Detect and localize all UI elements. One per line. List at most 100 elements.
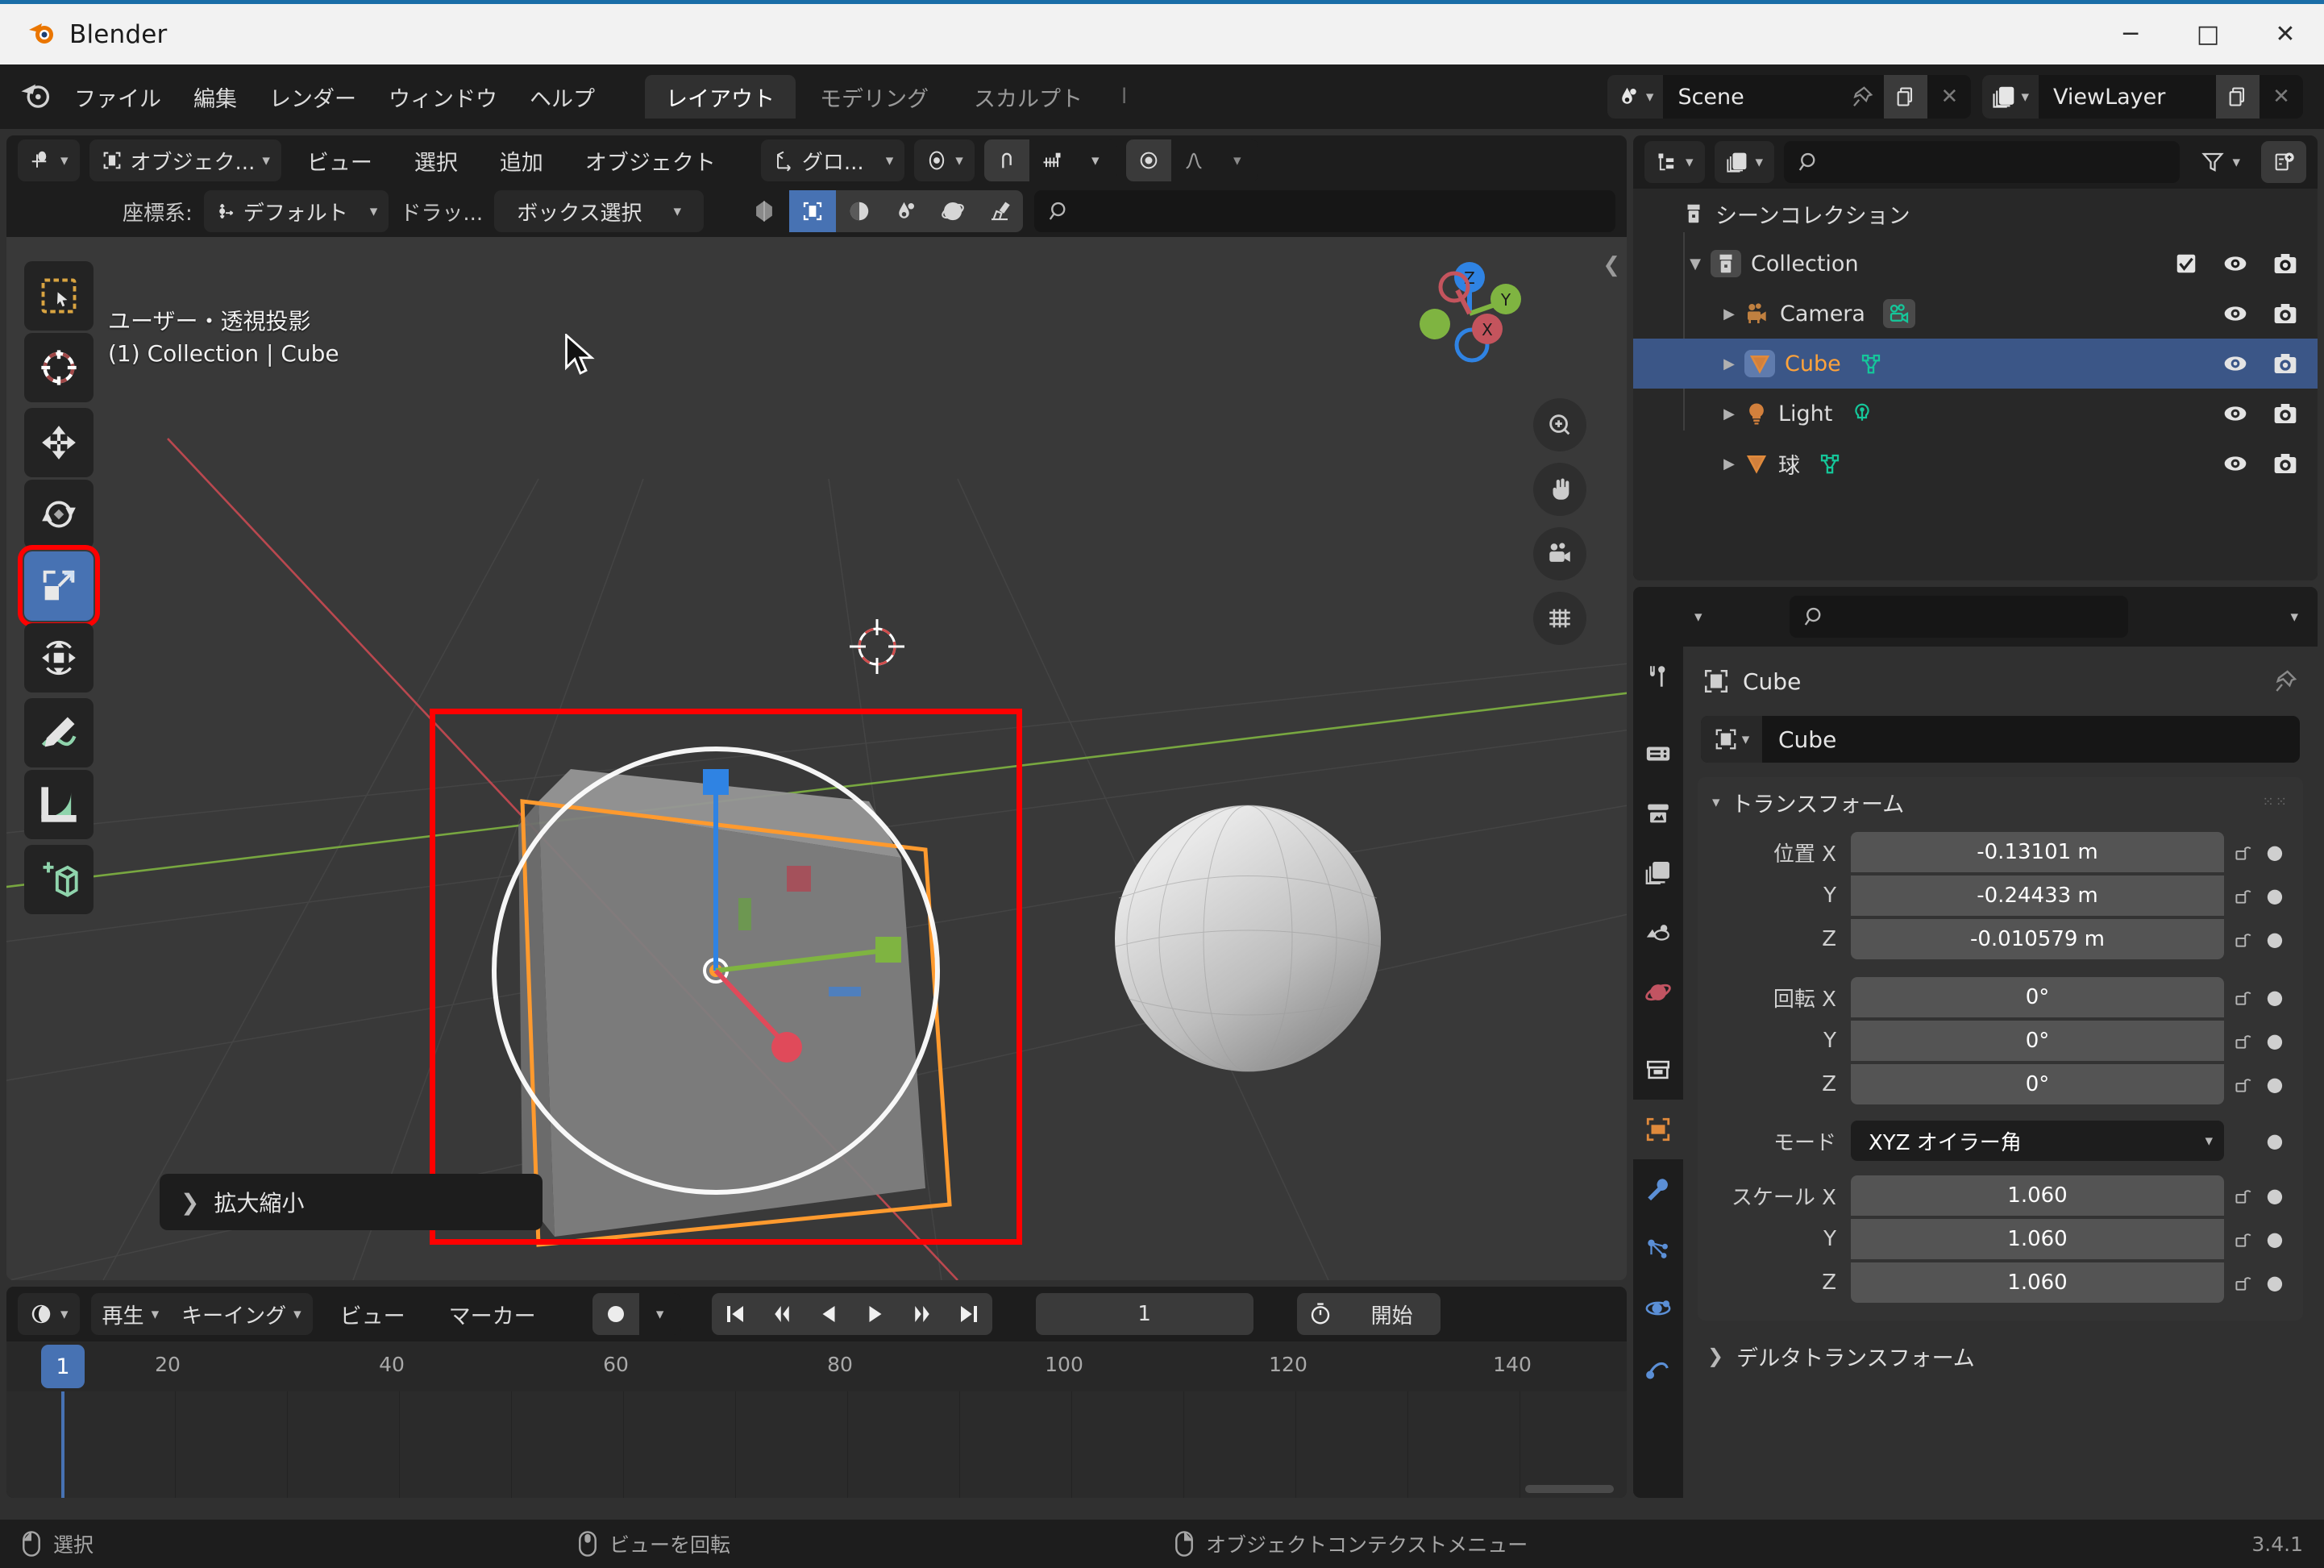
sidebar-expand-arrow[interactable]: ❮: [1603, 253, 1620, 277]
tab-modeling[interactable]: モデリング: [799, 75, 950, 119]
tab-object[interactable]: [1633, 1100, 1683, 1159]
disclosure-triangle[interactable]: ▼: [1680, 256, 1711, 272]
transform-panel-header[interactable]: ▾ トランスフォーム ⁙⁙: [1698, 777, 2303, 827]
lock-icon[interactable]: [2224, 1229, 2261, 1250]
scale-z-value[interactable]: 1.060: [1851, 1262, 2224, 1303]
editor-type-button[interactable]: ▾: [18, 139, 80, 181]
lock-icon[interactable]: [2224, 842, 2261, 863]
rotation-y-value[interactable]: 0°: [1851, 1021, 2224, 1061]
panel-drag-handle[interactable]: ⁙⁙: [2263, 794, 2289, 810]
jump-to-prev-keyframe-button[interactable]: [758, 1293, 805, 1335]
tool-annotate[interactable]: [24, 698, 94, 767]
animate-dot-icon[interactable]: ●: [2261, 1029, 2289, 1052]
disclosure-triangle[interactable]: ▶: [1714, 356, 1744, 372]
navigation-gizmo[interactable]: Z Y X: [1417, 261, 1522, 366]
menu-file[interactable]: ファイル: [58, 77, 177, 116]
animate-dot-icon[interactable]: ●: [2261, 1073, 2289, 1096]
eye-icon[interactable]: [2222, 451, 2248, 476]
lock-icon[interactable]: [2224, 1030, 2261, 1051]
timeline-track-area[interactable]: [6, 1391, 1627, 1498]
rotation-z-value[interactable]: 0°: [1851, 1064, 2224, 1104]
viewport-menu-add[interactable]: 追加: [484, 141, 559, 180]
playhead-label[interactable]: 1: [41, 1345, 85, 1388]
tab-scene[interactable]: [1633, 903, 1683, 963]
tab-physics[interactable]: [1633, 1279, 1683, 1338]
tool-cursor[interactable]: [24, 333, 94, 402]
lock-icon[interactable]: [2224, 885, 2261, 906]
animate-dot-icon[interactable]: ●: [2261, 841, 2289, 863]
drag-action-dropdown[interactable]: ボックス選択 ▾: [494, 190, 705, 232]
scale-y-value[interactable]: 1.060: [1851, 1219, 2224, 1259]
outliner-row-cube[interactable]: ▶ Cube: [1633, 339, 2318, 389]
object-icon[interactable]: ▾: [1701, 716, 1762, 763]
animate-dot-icon[interactable]: ●: [2261, 884, 2289, 907]
snap-dropdown-button[interactable]: ▾: [1074, 139, 1116, 181]
camera-render-icon[interactable]: [2272, 451, 2298, 476]
scene-unlink-icon[interactable]: ✕: [1927, 75, 1971, 119]
outliner-editor-type-button[interactable]: ▾: [1644, 141, 1705, 183]
checkbox-icon[interactable]: [2174, 252, 2198, 276]
start-frame-field[interactable]: 開始: [1343, 1293, 1441, 1335]
play-reverse-button[interactable]: [804, 1293, 852, 1335]
scene-pin-icon[interactable]: [1840, 75, 1884, 119]
scene-name[interactable]: Scene: [1663, 85, 1840, 110]
tab-particles[interactable]: [1633, 1219, 1683, 1279]
viewlayer-icon[interactable]: ▾: [1982, 75, 2039, 119]
lock-icon[interactable]: [2224, 929, 2261, 950]
menu-window[interactable]: ウィンドウ: [372, 77, 513, 116]
auto-keying-toggle[interactable]: [592, 1293, 639, 1335]
outliner-filter-button[interactable]: ▾: [2189, 141, 2251, 183]
tab-world[interactable]: [1633, 963, 1683, 1022]
animate-dot-icon[interactable]: ●: [2261, 1271, 2289, 1294]
outliner-row-collection[interactable]: ▼ Collection: [1633, 239, 2318, 289]
viewlayer-remove-icon[interactable]: ✕: [2260, 75, 2303, 119]
tool-measure[interactable]: [24, 770, 94, 839]
menu-render[interactable]: レンダー: [253, 77, 372, 116]
eye-icon[interactable]: [2222, 401, 2248, 426]
tab-modifiers[interactable]: [1633, 1159, 1683, 1219]
window-close-button[interactable]: ✕: [2247, 4, 2324, 64]
proportional-edit-button[interactable]: [1125, 139, 1171, 181]
shading-rendered-button[interactable]: [883, 190, 930, 232]
disclosure-triangle[interactable]: ▶: [1714, 406, 1744, 422]
snap-settings-button[interactable]: [1029, 139, 1075, 181]
tool-move[interactable]: [24, 408, 94, 477]
jump-to-next-keyframe-button[interactable]: [898, 1293, 946, 1335]
transform-orientation-dropdown[interactable]: グロ... ▾: [760, 139, 905, 181]
outliner-row-light[interactable]: ▶ Light: [1633, 389, 2318, 439]
properties-search-field[interactable]: [1789, 596, 2128, 638]
location-y-value[interactable]: -0.24433 m: [1851, 876, 2224, 916]
scene-new-icon[interactable]: [1884, 75, 1928, 119]
pan-view-button[interactable]: [1533, 463, 1586, 516]
interaction-mode-dropdown[interactable]: オブジェク... ▾: [89, 139, 281, 181]
falloff-type-button[interactable]: [1170, 139, 1216, 181]
window-maximize-button[interactable]: □: [2169, 4, 2247, 64]
viewport-menu-object[interactable]: オブジェクト: [569, 141, 732, 180]
shading-wireframe-button[interactable]: [739, 190, 789, 232]
properties-options-chevron-icon[interactable]: ▾: [2290, 608, 2306, 626]
animate-dot-icon[interactable]: ●: [2261, 928, 2289, 950]
animate-dot-icon[interactable]: ●: [2261, 1129, 2289, 1152]
use-preview-range-button[interactable]: [1296, 1293, 1344, 1335]
tab-constraints[interactable]: [1633, 1338, 1683, 1398]
mesh-data-icon[interactable]: [1818, 451, 1842, 476]
animate-dot-icon[interactable]: ●: [2261, 1228, 2289, 1250]
outliner-row-camera[interactable]: ▶ Camera: [1633, 289, 2318, 339]
disclosure-triangle[interactable]: ▶: [1714, 455, 1744, 472]
timeline-ruler[interactable]: 20 40 60 80 100 120 140 160 180 200 1: [6, 1341, 1627, 1391]
tool-scale[interactable]: [24, 551, 94, 621]
lock-icon[interactable]: [2224, 987, 2261, 1008]
tab-layout[interactable]: レイアウト: [645, 75, 796, 119]
camera-render-icon[interactable]: [2272, 351, 2298, 376]
shading-options-button[interactable]: [976, 190, 1024, 232]
jump-to-start-button[interactable]: [711, 1293, 759, 1335]
tab-tool[interactable]: [1633, 647, 1683, 706]
play-button[interactable]: [851, 1293, 899, 1335]
auto-keying-options-button[interactable]: ▾: [638, 1293, 681, 1335]
tool-tweak-select[interactable]: [24, 261, 94, 331]
eye-icon[interactable]: [2222, 251, 2248, 277]
snap-toggle-button[interactable]: [983, 139, 1029, 181]
lock-icon[interactable]: [2224, 1185, 2261, 1206]
object-name-value[interactable]: Cube: [1762, 726, 1836, 753]
rotation-x-value[interactable]: 0°: [1851, 977, 2224, 1017]
